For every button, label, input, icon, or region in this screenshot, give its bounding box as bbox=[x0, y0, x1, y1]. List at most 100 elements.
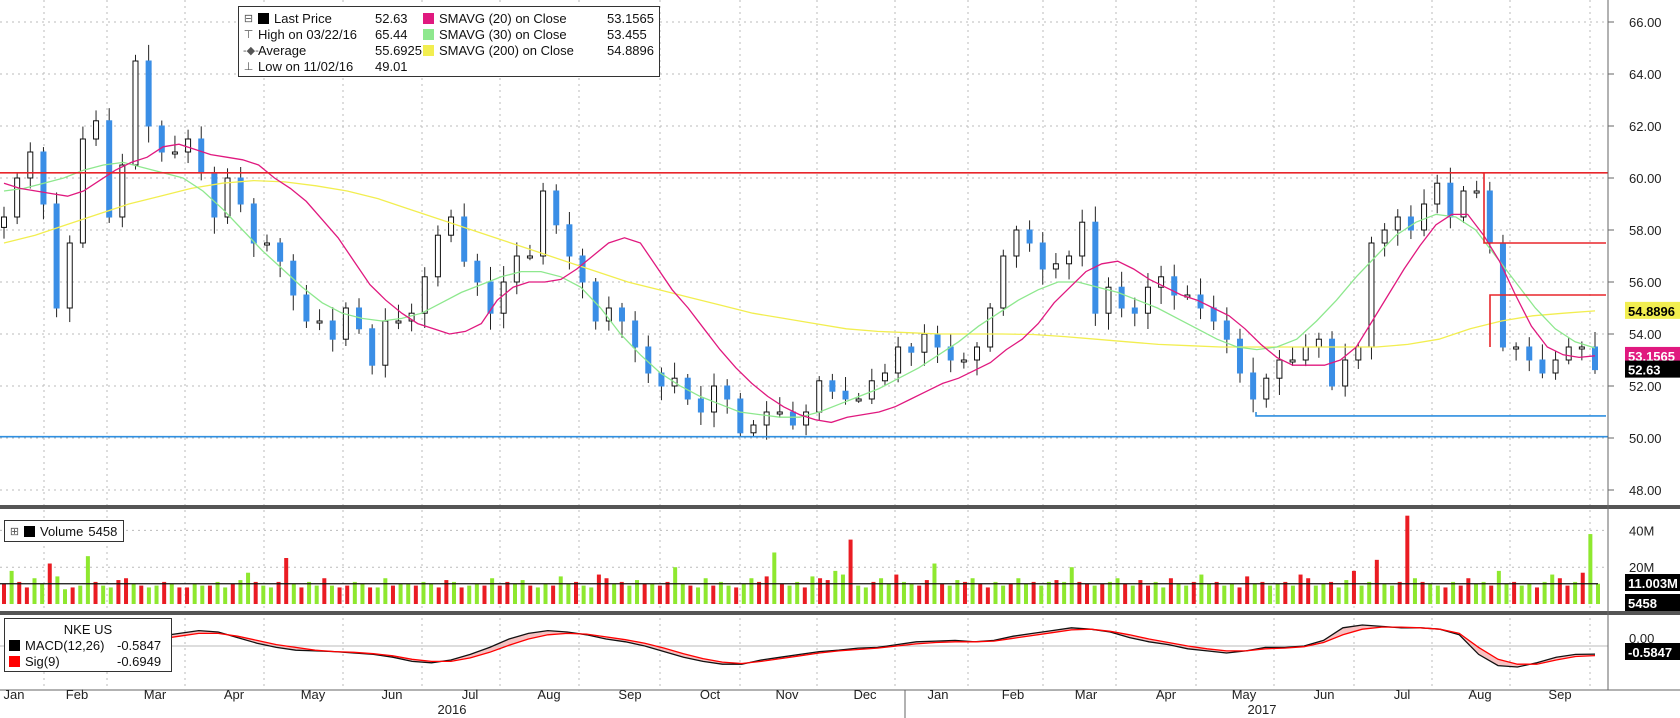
volume-bar bbox=[1565, 585, 1570, 604]
volume-bar bbox=[1428, 583, 1433, 604]
volume-bar bbox=[1519, 585, 1524, 604]
volume-bar bbox=[1458, 585, 1463, 604]
collapse-icon[interactable]: ⊟ bbox=[243, 12, 254, 25]
volume-bar bbox=[505, 581, 510, 604]
candle-body bbox=[632, 320, 639, 348]
price-tick-label: 64.00 bbox=[1629, 67, 1662, 82]
volume-legend: ⊞ Volume 5458 bbox=[4, 520, 125, 542]
volume-bar bbox=[558, 576, 563, 604]
volume-bar bbox=[1596, 583, 1600, 604]
volume-bar bbox=[1390, 585, 1395, 604]
candle-body bbox=[1473, 190, 1480, 194]
month-tick-label: Dec bbox=[853, 687, 877, 702]
collapse-icon[interactable]: ⊞ bbox=[9, 525, 20, 538]
volume-bar bbox=[604, 578, 609, 604]
month-tick-label: Aug bbox=[537, 687, 560, 702]
volume-bar bbox=[985, 587, 990, 604]
volume-bar bbox=[543, 583, 548, 604]
volume-bar bbox=[124, 578, 129, 604]
volume-bar bbox=[619, 581, 624, 604]
volume-bar bbox=[1199, 574, 1204, 604]
volume-bar bbox=[1588, 534, 1593, 604]
macd-legend: NKE US MACD(12,26) -0.5847 Sig(9) -0.694… bbox=[4, 618, 172, 672]
volume-bar bbox=[627, 585, 632, 604]
volume-bar bbox=[535, 587, 540, 604]
volume-bar bbox=[329, 585, 334, 604]
candle-body bbox=[1, 216, 7, 228]
candle-body bbox=[842, 390, 849, 400]
volume-bar bbox=[1580, 572, 1585, 604]
volume-bar bbox=[276, 581, 281, 604]
volume-bar bbox=[581, 585, 586, 604]
volume-bar bbox=[512, 583, 517, 604]
volume-bar bbox=[757, 581, 762, 604]
volume-bar bbox=[497, 585, 502, 604]
month-tick-label: May bbox=[301, 687, 326, 702]
macd-ticker: NKE US bbox=[63, 621, 113, 637]
volume-bar bbox=[261, 585, 266, 604]
volume-bar bbox=[459, 587, 464, 604]
price-tick-label: 60.00 bbox=[1629, 171, 1662, 186]
volume-bar bbox=[1069, 567, 1074, 604]
candle-body bbox=[171, 151, 178, 155]
volume-bar bbox=[886, 583, 891, 604]
candle-body bbox=[1578, 346, 1585, 350]
volume-bar bbox=[55, 576, 60, 604]
volume-bar bbox=[63, 589, 68, 604]
candle-body bbox=[1407, 216, 1414, 231]
candle-body bbox=[868, 380, 875, 400]
legend-value: 54.8896 bbox=[607, 42, 654, 58]
candle-body bbox=[960, 359, 967, 363]
month-tick-label: Mar bbox=[1075, 687, 1098, 702]
volume-bar bbox=[970, 578, 975, 604]
price-tick-label: 58.00 bbox=[1629, 223, 1662, 238]
candle-body bbox=[789, 411, 796, 426]
volume-bar bbox=[375, 587, 380, 604]
candle-body bbox=[1342, 359, 1349, 387]
candle-body bbox=[66, 242, 73, 309]
candle-body bbox=[263, 242, 270, 246]
candle-body bbox=[1302, 346, 1309, 361]
candle-body bbox=[816, 380, 823, 413]
candle-body bbox=[566, 224, 573, 257]
volume-bar bbox=[1329, 581, 1334, 604]
volume-bar bbox=[1473, 583, 1478, 604]
volume-bar bbox=[840, 574, 845, 604]
volume-bar bbox=[1504, 583, 1509, 604]
volume-bar bbox=[726, 585, 731, 604]
volume-bar bbox=[1252, 583, 1257, 604]
volume-bar bbox=[574, 581, 579, 604]
candle-body bbox=[776, 411, 783, 415]
legend-swatch bbox=[24, 525, 35, 537]
candle-body bbox=[1289, 359, 1296, 363]
legend-row-average: -◆- Average 55.6925 SMAVG (200) on Close… bbox=[243, 42, 654, 58]
volume-bar bbox=[1268, 585, 1273, 604]
low-marker-icon: ⊥ bbox=[243, 60, 254, 73]
candle-body bbox=[211, 172, 218, 218]
volume-bar bbox=[154, 585, 159, 604]
volume-bar bbox=[1214, 581, 1219, 604]
volume-bar bbox=[1405, 515, 1410, 604]
volume-bar bbox=[1062, 581, 1067, 604]
volume-bar bbox=[78, 585, 83, 604]
candle-body bbox=[553, 190, 560, 226]
volume-bar bbox=[1191, 581, 1196, 604]
volume-bar bbox=[1382, 583, 1387, 604]
volume-bar bbox=[322, 578, 327, 604]
volume-bar bbox=[1489, 585, 1494, 604]
volume-bar bbox=[734, 587, 739, 604]
candle-body bbox=[421, 276, 428, 314]
volume-bar bbox=[406, 583, 411, 604]
candle-body bbox=[1381, 229, 1388, 244]
month-tick-label: Jul bbox=[1394, 687, 1411, 702]
volume-bar bbox=[680, 583, 685, 604]
volume-bar bbox=[718, 581, 723, 604]
chart-background bbox=[0, 0, 1680, 718]
volume-bar bbox=[1275, 583, 1280, 604]
price-tick-label: 50.00 bbox=[1629, 431, 1662, 446]
candle-body bbox=[697, 398, 704, 413]
volume-bar bbox=[787, 585, 792, 604]
price-tick-label: 48.00 bbox=[1629, 483, 1662, 498]
volume-bar bbox=[398, 583, 403, 604]
volume-bar bbox=[650, 583, 655, 604]
